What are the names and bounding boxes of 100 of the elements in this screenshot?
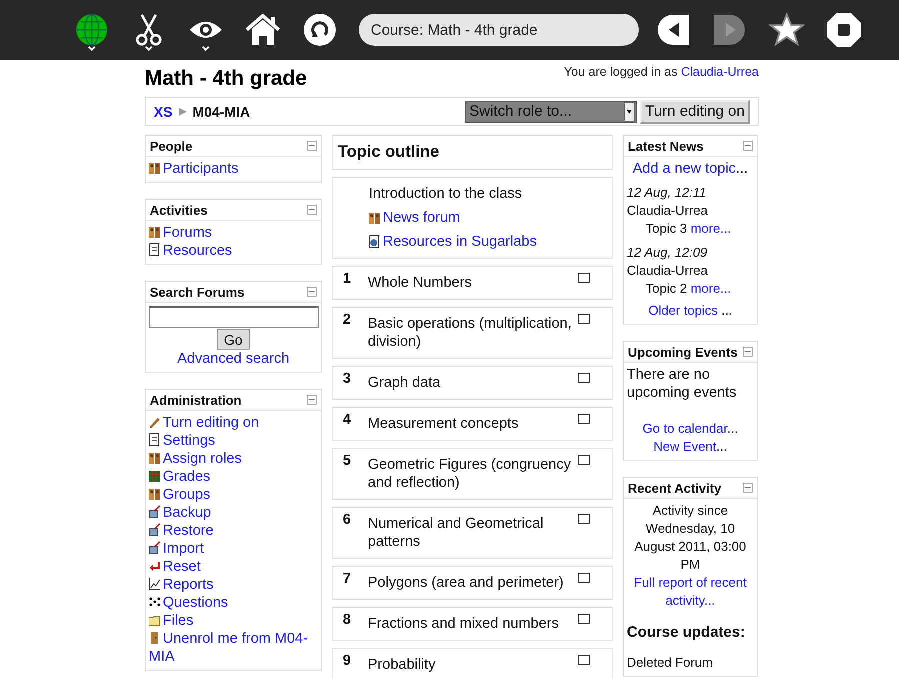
outline-title: Topic outline [337,142,440,163]
activity-link[interactable]: News forum [369,206,460,230]
people-icon [149,225,161,239]
highlight-icon[interactable] [578,614,590,624]
course-title: Math - 4th grade [145,67,308,91]
block-link[interactable]: Reports [149,576,318,594]
block-title: Administration [150,392,242,408]
ellipsis-text: ... [722,303,732,318]
ellipsis-text: ... [716,439,728,454]
collapse-icon[interactable] [307,141,317,151]
highlight-icon[interactable] [578,455,590,465]
people-icon [149,451,161,465]
event-link[interactable]: Go to calendar [642,421,728,436]
highlight-icon[interactable] [578,514,590,524]
block-title: Upcoming Events [628,344,738,360]
highlight-icon[interactable] [578,273,590,283]
breadcrumb-current: M04-MIA [192,104,250,120]
box-icon [149,523,161,537]
block-link[interactable]: Questions [149,594,318,612]
collapse-icon[interactable] [307,205,317,215]
activity-link[interactable]: Resources in Sugarlabs [369,230,537,254]
people-icon [369,211,381,225]
post-author: Claudia-Urrea [627,202,709,220]
post-author: Claudia-Urrea [627,262,709,280]
post-date: 12 Aug, 12:11 [627,184,708,202]
topic-title: Fractions and mixed numbers [368,615,560,633]
post-date: 12 Aug, 12:09 [627,244,708,262]
dots-icon [149,595,161,609]
block-link[interactable]: Unenrol me from M04-MIA [149,630,318,666]
topic-title: Probability [368,656,437,674]
collapse-icon[interactable] [307,287,317,297]
block-link[interactable]: Groups [149,486,318,504]
chart-icon [149,577,161,591]
topic-number: 3 [343,370,352,389]
highlight-icon[interactable] [578,573,590,583]
topic-number: 7 [343,570,352,589]
document-icon [149,433,161,447]
separator-icon [178,106,188,116]
arrow-icon [149,559,161,573]
block-link[interactable]: Files [149,612,318,630]
block-link[interactable]: Reset [149,558,318,576]
block-link[interactable]: Turn editing on [149,414,318,432]
user-link[interactable]: Claudia-Urrea [681,65,759,79]
topic-title: Polygons (area and perimeter) [368,574,565,592]
event-link[interactable]: New Event [654,439,717,454]
older-topics-link[interactable]: Older topics [648,303,718,318]
block-link[interactable]: Restore [149,522,318,540]
topic-title: Geometric Figures (congruency and reflection) [368,456,572,492]
address-field[interactable]: Course: Math - 4th grade [359,14,639,46]
people-icon [149,161,161,175]
block-link[interactable]: Grades [149,468,318,486]
collapse-icon[interactable] [743,141,753,151]
stop-icon[interactable] [826,10,862,50]
block-link[interactable]: Participants [149,160,318,178]
block-link[interactable]: Backup [149,504,318,522]
topic-number: 5 [343,452,352,471]
document-icon [369,235,381,249]
block-link[interactable]: Resources [149,242,318,260]
post-topic: Topic 3 [646,221,688,236]
topic-title: Numerical and Geometrical patterns [368,515,545,551]
more-link[interactable]: more... [690,281,732,296]
highlight-icon[interactable] [578,414,590,424]
block-title: Search Forums [150,284,245,300]
grid-icon [149,469,161,483]
topic-number: 1 [343,270,352,289]
block-link[interactable]: Assign roles [149,450,318,468]
document-icon [149,243,161,257]
door-icon [149,631,161,645]
block-link[interactable]: Forums [149,224,318,242]
topic-number: 4 [343,411,352,430]
highlight-icon[interactable] [578,373,590,383]
topic-title: Graph data [368,374,442,392]
block-link[interactable]: Settings [149,432,318,450]
add-topic-link[interactable]: Add a new topic [632,161,736,177]
highlight-icon[interactable] [578,314,590,324]
breadcrumb-link[interactable]: XS [154,104,173,120]
role-select[interactable]: Switch role to... [465,100,638,122]
topic-number: 2 [343,311,352,330]
no-events-text: There are no upcoming events [627,366,738,402]
edit-button[interactable]: Turn editing on [640,100,750,124]
search-field[interactable] [149,306,319,328]
collapse-icon[interactable] [743,483,753,493]
topic-title: Whole Numbers [368,274,473,292]
block-link[interactable]: Import [149,540,318,558]
topic-number: 6 [343,511,352,530]
advanced-search-link[interactable]: Advanced search [177,351,290,367]
more-link[interactable]: more... [690,221,732,236]
highlight-icon[interactable] [578,655,590,665]
full-report-link[interactable]: Full report of recent activity... [627,574,754,610]
people-icon [149,487,161,501]
ellipsis-text: ... [727,421,738,436]
section-summary: Introduction to the class [369,185,522,204]
collapse-icon[interactable] [743,347,753,357]
go-button[interactable]: Go [217,329,250,350]
block-title: People [150,138,193,154]
topic-number: 9 [343,652,352,671]
activity-since-text: Activity since Wednesday, 10 August 2011, 03:00 PM [634,502,748,574]
block-title: Recent Activity [628,480,722,496]
box-icon [149,541,161,555]
collapse-icon[interactable] [307,395,317,405]
